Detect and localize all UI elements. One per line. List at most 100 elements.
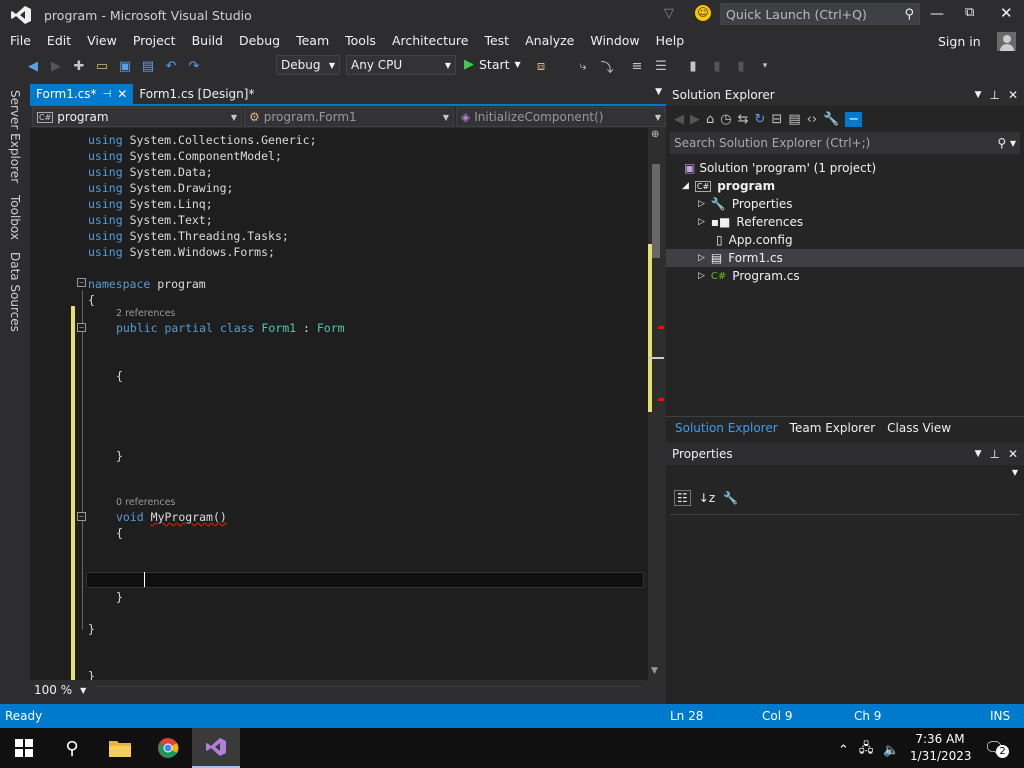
bookmark-next-icon[interactable]: ▮ bbox=[730, 55, 752, 77]
menu-build[interactable]: Build bbox=[184, 30, 231, 52]
home-icon[interactable]: ⌂ bbox=[706, 112, 714, 127]
undo-icon[interactable]: ↶ bbox=[160, 55, 182, 77]
sync-active-document-icon[interactable]: ⇆ bbox=[738, 112, 749, 127]
collapsed-arrow-icon[interactable]: ▷ bbox=[698, 271, 705, 281]
clock[interactable]: 7:36 AM 1/31/2023 bbox=[910, 731, 972, 765]
tab-solution-explorer[interactable]: Solution Explorer bbox=[675, 421, 778, 435]
tab-team-explorer[interactable]: Team Explorer bbox=[790, 421, 876, 435]
collapsed-arrow-icon[interactable]: ▷ bbox=[698, 199, 705, 209]
property-pages-icon[interactable]: 🔧 bbox=[723, 491, 738, 505]
code-editor[interactable]: using System.Collections.Generic; using … bbox=[30, 128, 648, 680]
type-dropdown[interactable]: ⚙ program.Form1 ▼ bbox=[244, 107, 454, 127]
menu-window[interactable]: Window bbox=[582, 30, 647, 52]
pin-icon[interactable]: ⊥ bbox=[989, 447, 999, 461]
menu-project[interactable]: Project bbox=[125, 30, 184, 52]
solution-search-input[interactable]: Search Solution Explorer (Ctrl+;) bbox=[674, 136, 870, 150]
collapse-namespace-icon[interactable]: − bbox=[77, 278, 86, 287]
search-icon[interactable]: ⚲ bbox=[48, 728, 96, 768]
server-explorer-tab[interactable]: Server Explorer bbox=[8, 88, 22, 185]
tree-item-properties[interactable]: ▷ 🔧 Properties bbox=[666, 195, 1024, 213]
preview-selected-icon[interactable]: − bbox=[845, 111, 863, 127]
refresh-icon[interactable]: ↻ bbox=[755, 112, 766, 127]
tree-item-form1-cs[interactable]: ▷ ▤ Form1.cs bbox=[666, 249, 1024, 267]
pending-changes-filter-icon[interactable]: ◷ bbox=[720, 112, 731, 127]
menu-edit[interactable]: Edit bbox=[39, 30, 79, 52]
toolbox-tab[interactable]: Toolbox bbox=[8, 193, 22, 242]
expand-arrow-icon[interactable]: ◢ bbox=[682, 181, 689, 191]
visual-studio-taskbar-icon[interactable] bbox=[192, 728, 240, 768]
account-avatar-icon[interactable] bbox=[997, 32, 1016, 51]
save-icon[interactable]: ▣ bbox=[114, 55, 136, 77]
navigate-back-icon[interactable]: ◀ bbox=[22, 55, 44, 77]
sign-in-link[interactable]: Sign in bbox=[938, 34, 981, 49]
tab-form1-cs[interactable]: Form1.cs* ⊣ ✕ bbox=[30, 84, 134, 104]
file-explorer-icon[interactable] bbox=[96, 728, 144, 768]
project-dropdown[interactable]: C# program ▼ bbox=[32, 107, 242, 127]
new-project-icon[interactable]: ✚ bbox=[68, 55, 90, 77]
menu-file[interactable]: File bbox=[2, 30, 39, 52]
zoom-dropdown[interactable]: 100 % ▼ bbox=[34, 683, 86, 697]
quick-launch-input[interactable]: Quick Launch (Ctrl+Q) bbox=[726, 7, 867, 22]
chevron-down-icon[interactable]: ▼ bbox=[975, 449, 982, 459]
windows-start-icon[interactable] bbox=[0, 728, 48, 768]
view-code-icon[interactable]: ‹› bbox=[807, 112, 817, 127]
menu-debug[interactable]: Debug bbox=[231, 30, 288, 52]
maximize-button[interactable]: ⧉ bbox=[965, 5, 974, 20]
categorized-icon[interactable]: ☷ bbox=[674, 490, 691, 506]
menu-architecture[interactable]: Architecture bbox=[384, 30, 477, 52]
network-icon[interactable]: 🖧 bbox=[859, 739, 874, 761]
notifications-button[interactable]: 🗨 2 bbox=[984, 738, 1009, 758]
save-all-icon[interactable]: ▤ bbox=[137, 55, 159, 77]
scroll-thumb[interactable] bbox=[652, 164, 660, 258]
step-into-icon[interactable]: ⤷ bbox=[572, 55, 594, 77]
start-button[interactable]: ▶ Start ▼ bbox=[464, 57, 521, 72]
quick-launch-box[interactable]: Quick Launch (Ctrl+Q) ⚲ bbox=[720, 3, 920, 25]
forward-icon[interactable]: ▶ bbox=[690, 112, 700, 127]
data-sources-tab[interactable]: Data Sources bbox=[8, 250, 22, 334]
collapse-class-icon[interactable]: − bbox=[77, 323, 86, 332]
browser-link-icon[interactable]: ⧈ bbox=[530, 55, 552, 77]
toolbar-overflow-icon[interactable]: ▾ bbox=[754, 55, 776, 77]
volume-icon[interactable]: 🔈 bbox=[883, 743, 899, 758]
menu-view[interactable]: View bbox=[79, 30, 125, 52]
close-icon[interactable]: ✕ bbox=[117, 87, 127, 101]
tab-form1-design[interactable]: Form1.cs [Design]* bbox=[133, 84, 260, 104]
bookmark-icon[interactable]: ▮ bbox=[682, 55, 704, 77]
tab-overflow-chevron-icon[interactable]: ▼ bbox=[655, 87, 662, 97]
tree-item-solution[interactable]: ▣ Solution 'program' (1 project) bbox=[666, 159, 1024, 177]
step-over-icon[interactable]: ⤵ bbox=[596, 55, 618, 77]
pin-icon[interactable]: ⊣ bbox=[103, 89, 112, 100]
redo-icon[interactable]: ↷ bbox=[183, 55, 205, 77]
scroll-down-arrow-icon[interactable]: ▼ bbox=[651, 666, 658, 676]
menu-team[interactable]: Team bbox=[288, 30, 337, 52]
editor-vertical-scrollbar[interactable]: ⊕ ▼ bbox=[648, 128, 664, 680]
tree-item-project[interactable]: ◢ C# program bbox=[666, 177, 1024, 195]
horizontal-scrollbar[interactable] bbox=[96, 686, 642, 694]
close-button[interactable]: ✕ bbox=[1000, 4, 1013, 22]
close-icon[interactable]: ✕ bbox=[1008, 88, 1018, 102]
member-dropdown[interactable]: ◈ InitializeComponent() ▼ bbox=[456, 107, 666, 127]
chrome-icon[interactable] bbox=[144, 728, 192, 768]
close-icon[interactable]: ✕ bbox=[1008, 447, 1018, 461]
menu-analyze[interactable]: Analyze bbox=[517, 30, 582, 52]
tab-class-view[interactable]: Class View bbox=[887, 421, 951, 435]
tree-item-references[interactable]: ▷ ▪■ References bbox=[666, 213, 1024, 231]
show-hidden-icons-chevron-icon[interactable]: ⌃ bbox=[838, 743, 849, 758]
properties-wrench-icon[interactable]: 🔧 bbox=[823, 112, 839, 127]
solution-platform-dropdown[interactable]: Any CPU ▼ bbox=[346, 55, 456, 75]
solution-explorer-search[interactable]: Search Solution Explorer (Ctrl+;) ⚲ ▾ bbox=[670, 132, 1020, 154]
collapse-method-icon[interactable]: − bbox=[77, 512, 86, 521]
properties-object-dropdown[interactable]: ▼ bbox=[670, 468, 1020, 486]
navigate-forward-icon[interactable]: ▶ bbox=[45, 55, 67, 77]
collapse-all-icon[interactable]: ⊟ bbox=[771, 112, 782, 127]
menu-help[interactable]: Help bbox=[648, 30, 693, 52]
show-all-files-icon[interactable]: ▤ bbox=[788, 112, 800, 127]
uncomment-lines-icon[interactable]: ☰ bbox=[650, 55, 672, 77]
pin-icon[interactable]: ⊥ bbox=[989, 88, 999, 102]
menu-tools[interactable]: Tools bbox=[337, 30, 384, 52]
alphabetical-icon[interactable]: ↓z bbox=[699, 491, 715, 505]
minimize-button[interactable]: — bbox=[930, 6, 944, 22]
collapsed-arrow-icon[interactable]: ▷ bbox=[698, 253, 705, 263]
split-window-icon[interactable]: ⊕ bbox=[651, 129, 659, 140]
chevron-down-icon[interactable]: ▼ bbox=[975, 90, 982, 100]
